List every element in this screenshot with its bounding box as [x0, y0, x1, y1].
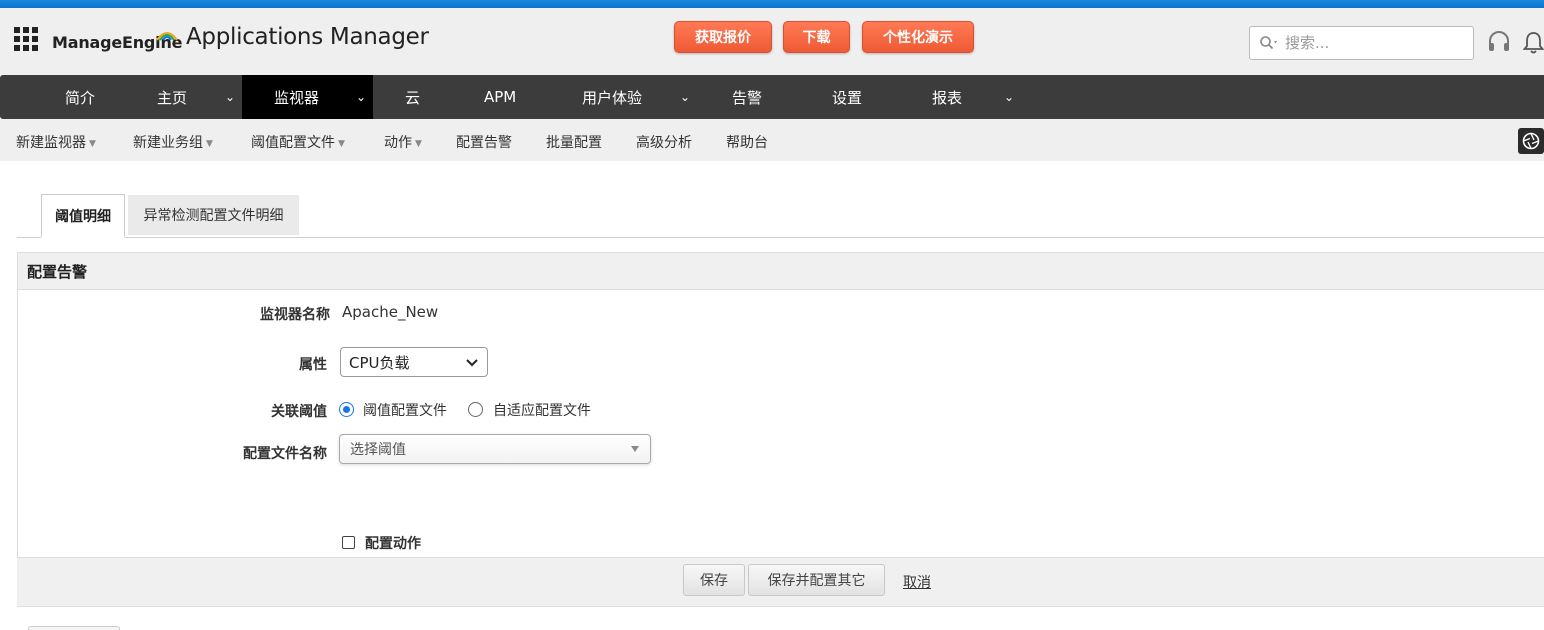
cancel-link[interactable]: 取消: [903, 572, 931, 592]
configure-action-label: 配置动作: [365, 536, 421, 552]
save-button[interactable]: 保存: [683, 564, 745, 596]
product-title: Applications Manager: [186, 24, 429, 50]
tabs-divider: [17, 237, 1544, 238]
configure-action-checkbox[interactable]: [342, 536, 355, 549]
caret-down-icon: ▼: [89, 139, 96, 149]
app-header: ManageEngine Applications Manager 获取报价 下…: [0, 8, 1544, 75]
subnav-bulk-config[interactable]: 批量配置: [546, 132, 602, 152]
subnav-actions[interactable]: 动作 ▼: [384, 132, 422, 152]
chevron-down-icon[interactable]: ⌄: [225, 75, 235, 119]
subnav-advanced-analytics[interactable]: 高级分析: [636, 132, 692, 152]
adaptive-profile-radio[interactable]: [468, 402, 483, 417]
nav-item-settings[interactable]: 设置: [832, 75, 862, 119]
bottom-partial-button: [28, 626, 120, 630]
top-accent-stripe: [0, 0, 1544, 8]
subnav-new-monitor[interactable]: 新建监视器 ▼: [16, 132, 96, 152]
profile-name-label: 配置文件名称: [243, 446, 327, 462]
main-navigation: 简介 主页 ⌄ 监视器 ⌄ 云 APM 用户体验 ⌄ 告警 设置 报表 ⌄: [0, 75, 1544, 119]
nav-item-reports[interactable]: 报表: [932, 75, 962, 119]
subnav-new-business-group[interactable]: 新建业务组 ▼: [133, 132, 213, 152]
get-quote-button[interactable]: 获取报价: [674, 21, 772, 53]
monitor-name-label: 监视器名称: [260, 307, 330, 323]
headset-icon[interactable]: [1487, 30, 1511, 56]
sub-navigation: 新建监视器 ▼ 新建业务组 ▼ 阈值配置文件 ▼ 动作 ▼ 配置告警 批量配置 高级分析…: [0, 119, 1544, 161]
attribute-select[interactable]: CPU负载: [340, 347, 488, 377]
monitor-name-value: Apache_New: [342, 303, 439, 321]
dropdown-arrow-icon: [631, 446, 639, 452]
subnav-help-desk[interactable]: 帮助台: [726, 132, 768, 152]
search-input[interactable]: [1285, 34, 1465, 52]
camera-shutter-icon: [1522, 132, 1540, 150]
chevron-down-icon: [466, 359, 478, 367]
nav-item-home[interactable]: 主页: [157, 75, 187, 119]
associate-threshold-label: 关联阈值: [271, 404, 327, 420]
caret-down-icon: ▼: [206, 139, 213, 149]
tab-threshold-details[interactable]: 阈值明细: [41, 194, 125, 238]
search-box[interactable]: [1249, 26, 1474, 60]
app-grid-icon[interactable]: [14, 27, 38, 51]
subnav-threshold-profiles[interactable]: 阈值配置文件 ▼: [251, 132, 345, 152]
search-icon: [1260, 36, 1277, 50]
profile-name-select[interactable]: 选择阈值: [339, 434, 651, 464]
caret-down-icon: ▼: [338, 139, 345, 149]
profile-name-placeholder: 选择阈值: [350, 442, 406, 458]
tab-anomaly-profile-details[interactable]: 异常检测配置文件明细: [128, 195, 299, 235]
nav-item-monitors[interactable]: 监视器: [242, 75, 373, 119]
panel-title: 配置告警: [18, 253, 1544, 290]
save-and-configure-others-button[interactable]: 保存并配置其它: [748, 564, 885, 596]
personalized-demo-button[interactable]: 个性化演示: [862, 21, 974, 53]
attribute-selected-value: CPU负载: [349, 353, 410, 372]
adaptive-profile-radio-label: 自适应配置文件: [493, 403, 591, 419]
download-button[interactable]: 下载: [783, 21, 850, 53]
chevron-down-icon[interactable]: ⌄: [356, 75, 366, 119]
subnav-configure-alarms[interactable]: 配置告警: [456, 132, 512, 152]
threshold-profile-radio-label: 阈值配置文件: [363, 403, 447, 419]
attribute-label: 属性: [299, 357, 327, 373]
nav-item-overview[interactable]: 简介: [65, 75, 95, 119]
chevron-down-icon[interactable]: ⌄: [1004, 75, 1014, 119]
nav-item-apm[interactable]: APM: [484, 75, 516, 119]
screenshot-button[interactable]: [1518, 128, 1544, 154]
brand-logo-arc-icon: [156, 32, 178, 41]
nav-item-alarms[interactable]: 告警: [732, 75, 762, 119]
threshold-profile-radio[interactable]: [339, 402, 354, 417]
bell-icon[interactable]: [1523, 30, 1544, 56]
nav-item-user-experience[interactable]: 用户体验: [582, 75, 642, 119]
chevron-down-icon[interactable]: ⌄: [680, 75, 690, 119]
caret-down-icon: ▼: [415, 139, 422, 149]
nav-item-cloud[interactable]: 云: [405, 75, 420, 119]
